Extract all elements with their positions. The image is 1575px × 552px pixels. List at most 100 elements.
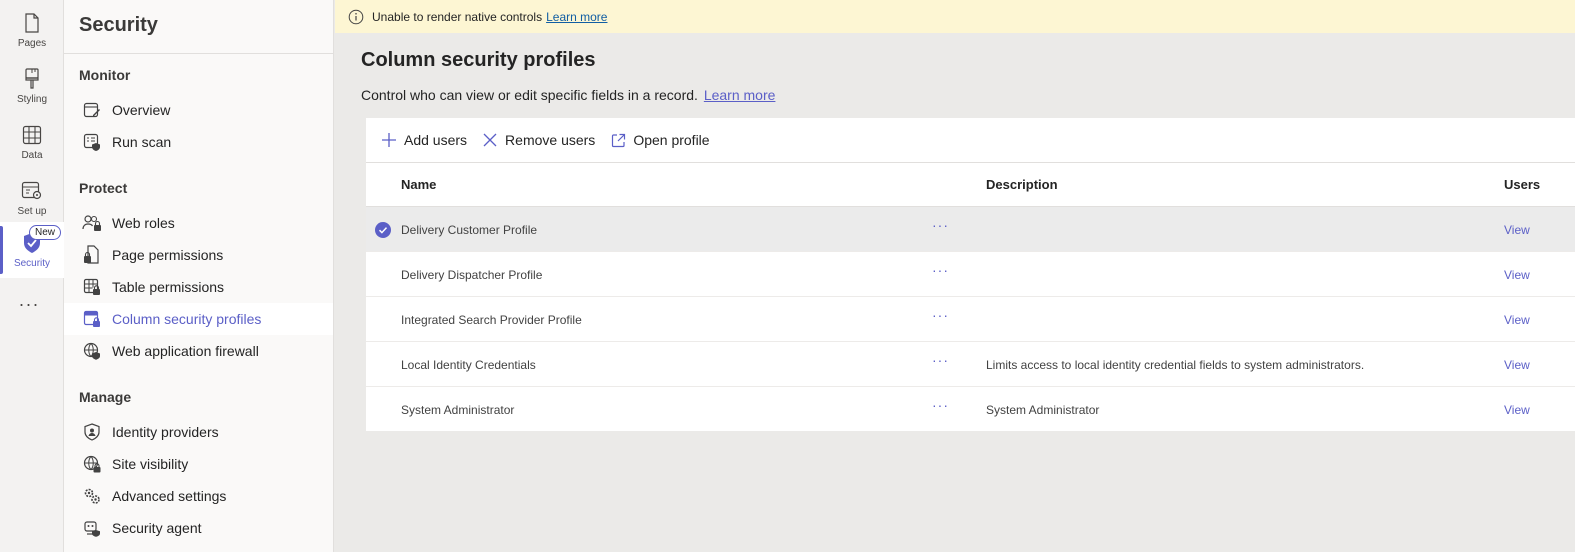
description-text: Control who can view or edit specific fi… bbox=[361, 87, 698, 103]
column-lock-icon bbox=[82, 309, 102, 329]
nav-label: Web roles bbox=[112, 215, 175, 231]
rail-label: Styling bbox=[16, 94, 47, 105]
nav-label: Table permissions bbox=[112, 279, 225, 295]
globe-lock-icon bbox=[82, 454, 102, 474]
row-description: System Administrator bbox=[986, 403, 1100, 417]
rail-item-pages[interactable]: Pages bbox=[0, 2, 64, 58]
nav-label: Identity providers bbox=[112, 424, 219, 440]
nav-label: Page permissions bbox=[112, 247, 224, 263]
bot-icon bbox=[82, 518, 102, 538]
add-users-label: Add users bbox=[404, 132, 468, 148]
banner-text: Unable to render native controls bbox=[372, 9, 543, 24]
remove-users-label: Remove users bbox=[505, 132, 596, 148]
nav-item-web-application-firewall[interactable]: Web application firewall bbox=[64, 335, 333, 367]
table-row[interactable]: Delivery Customer Profile ··· View bbox=[366, 207, 1575, 252]
rail-label: Set up bbox=[17, 206, 47, 217]
open-profile-button[interactable]: Open profile bbox=[609, 131, 710, 149]
profiles-grid: Add users Remove users Open profile Name… bbox=[366, 118, 1575, 431]
row-more-button[interactable]: ··· bbox=[932, 217, 949, 233]
nav-item-identity-providers[interactable]: Identity providers bbox=[64, 416, 333, 448]
table-row[interactable]: Integrated Search Provider Profile ··· V… bbox=[366, 297, 1575, 342]
open-profile-label: Open profile bbox=[633, 132, 710, 148]
rail-label: Data bbox=[21, 150, 43, 161]
overview-icon bbox=[82, 100, 102, 120]
row-name: Delivery Dispatcher Profile bbox=[401, 268, 543, 282]
view-users-link[interactable]: View bbox=[1504, 403, 1530, 417]
table-row[interactable]: System Administrator ··· System Administ… bbox=[366, 387, 1575, 432]
row-more-button[interactable]: ··· bbox=[932, 307, 949, 323]
nav-label: Run scan bbox=[112, 134, 172, 150]
nav-item-column-security-profiles[interactable]: Column security profiles bbox=[64, 303, 333, 335]
app-rail: Pages Styling Data Set up Security New ·… bbox=[0, 0, 64, 552]
security-nav-pane: Security Monitor Overview Run scan Prote… bbox=[64, 0, 334, 552]
warning-banner: Unable to render native controls Learn m… bbox=[335, 0, 1575, 33]
section-header-monitor: Monitor bbox=[79, 67, 131, 83]
view-users-link[interactable]: View bbox=[1504, 313, 1530, 327]
row-name: System Administrator bbox=[401, 403, 515, 417]
nav-label: Web application firewall bbox=[112, 343, 259, 359]
command-bar: Add users Remove users Open profile bbox=[366, 118, 1575, 163]
row-description: Limits access to local identity credenti… bbox=[986, 358, 1365, 372]
document-lock-icon bbox=[82, 245, 102, 265]
page-icon bbox=[20, 11, 44, 35]
gears-icon bbox=[82, 486, 102, 506]
info-icon bbox=[348, 9, 364, 25]
row-name: Integrated Search Provider Profile bbox=[401, 313, 582, 327]
checkmark-circle-icon[interactable] bbox=[375, 222, 391, 238]
column-header-description[interactable]: Description bbox=[986, 177, 1058, 192]
pane-title: Security bbox=[79, 14, 158, 36]
table-icon bbox=[20, 123, 44, 147]
scan-icon bbox=[82, 132, 102, 152]
nav-item-advanced-settings[interactable]: Advanced settings bbox=[64, 480, 333, 512]
row-more-button[interactable]: ··· bbox=[932, 262, 949, 278]
nav-item-overview[interactable]: Overview bbox=[64, 94, 333, 126]
view-users-link[interactable]: View bbox=[1504, 358, 1530, 372]
row-name: Delivery Customer Profile bbox=[401, 223, 538, 237]
section-header-manage: Manage bbox=[79, 389, 132, 405]
close-icon bbox=[481, 131, 499, 149]
nav-label: Site visibility bbox=[112, 456, 189, 472]
nav-label: Column security profiles bbox=[112, 311, 262, 327]
nav-label: Security agent bbox=[112, 520, 202, 536]
nav-item-web-roles[interactable]: Web roles bbox=[64, 207, 333, 239]
row-name: Local Identity Credentials bbox=[401, 358, 536, 372]
rail-label: Security bbox=[13, 258, 51, 269]
learn-more-link[interactable]: Learn more bbox=[704, 87, 776, 103]
more-apps-button[interactable]: ··· bbox=[0, 294, 58, 315]
shield-person-icon bbox=[82, 422, 102, 442]
nav-item-site-visibility[interactable]: Site visibility bbox=[64, 448, 333, 480]
table-header: Name Description Users bbox=[366, 163, 1575, 207]
nav-item-page-permissions[interactable]: Page permissions bbox=[64, 239, 333, 271]
column-header-name[interactable]: Name bbox=[401, 177, 436, 192]
rail-item-setup[interactable]: Set up bbox=[0, 170, 64, 226]
add-users-button[interactable]: Add users bbox=[380, 131, 467, 149]
page-description: Control who can view or edit specific fi… bbox=[361, 87, 775, 103]
nav-item-run-scan[interactable]: Run scan bbox=[64, 126, 333, 158]
table-row[interactable]: Delivery Dispatcher Profile ··· View bbox=[366, 252, 1575, 297]
people-lock-icon bbox=[82, 213, 102, 233]
globe-shield-icon bbox=[82, 341, 102, 361]
row-more-button[interactable]: ··· bbox=[932, 352, 949, 368]
view-users-link[interactable]: View bbox=[1504, 223, 1530, 237]
column-header-users[interactable]: Users bbox=[1504, 177, 1540, 192]
nav-label: Advanced settings bbox=[112, 488, 227, 504]
banner-learn-more-link[interactable]: Learn more bbox=[546, 10, 607, 24]
row-more-button[interactable]: ··· bbox=[932, 397, 949, 413]
nav-label: Overview bbox=[112, 102, 171, 118]
nav-item-table-permissions[interactable]: Table permissions bbox=[64, 271, 333, 303]
page-title: Column security profiles bbox=[361, 49, 596, 71]
remove-users-button[interactable]: Remove users bbox=[481, 131, 595, 149]
divider bbox=[64, 53, 333, 54]
view-users-link[interactable]: View bbox=[1504, 268, 1530, 282]
rail-item-styling[interactable]: Styling bbox=[0, 58, 64, 114]
table-lock-icon bbox=[82, 277, 102, 297]
table-row[interactable]: Local Identity Credentials ··· Limits ac… bbox=[366, 342, 1575, 387]
rail-item-security[interactable]: Security New bbox=[0, 222, 64, 278]
nav-item-security-agent[interactable]: Security agent bbox=[64, 512, 333, 544]
new-badge: New bbox=[29, 225, 62, 240]
setup-icon bbox=[20, 179, 44, 203]
paintbrush-icon bbox=[20, 67, 44, 91]
open-external-icon bbox=[609, 131, 627, 149]
plus-icon bbox=[380, 131, 398, 149]
rail-item-data[interactable]: Data bbox=[0, 114, 64, 170]
